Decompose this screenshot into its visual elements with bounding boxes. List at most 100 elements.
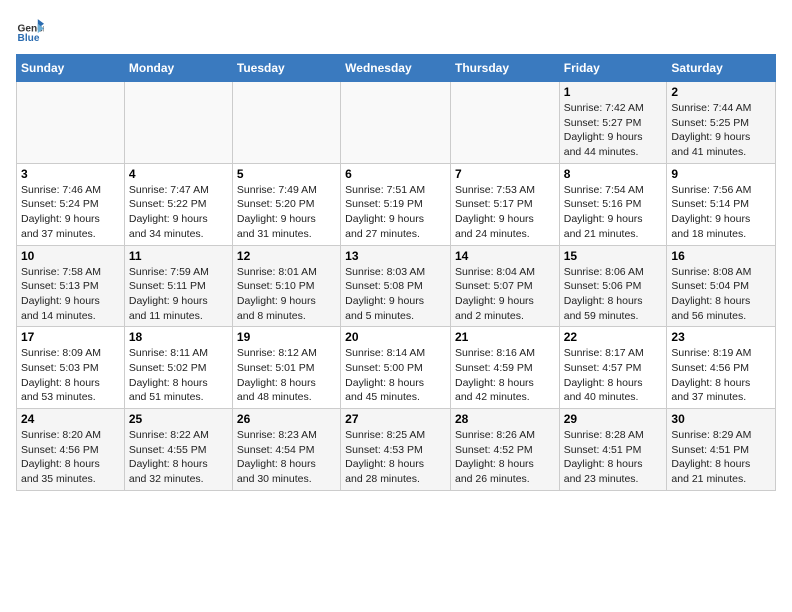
day-number: 30 [671, 412, 771, 426]
day-number: 20 [345, 330, 446, 344]
day-number: 8 [564, 167, 663, 181]
weekday-header: Thursday [450, 55, 559, 82]
calendar-cell: 11Sunrise: 7:59 AM Sunset: 5:11 PM Dayli… [124, 245, 232, 327]
calendar-cell [341, 82, 451, 164]
day-number: 10 [21, 249, 120, 263]
day-number: 27 [345, 412, 446, 426]
day-number: 2 [671, 85, 771, 99]
day-number: 18 [129, 330, 228, 344]
day-info: Sunrise: 7:44 AM Sunset: 5:25 PM Dayligh… [671, 101, 771, 160]
calendar-week-row: 17 Sunrise: 8:09 AM Sunset: 5:03 PM Dayli… [17, 327, 776, 409]
calendar-cell: 21Sunrise: 8:16 AM Sunset: 4:59 PM Dayli… [450, 327, 559, 409]
day-info: Sunrise: 7:54 AM Sunset: 5:16 PM Dayligh… [564, 183, 663, 242]
day-info: Sunrise: 8:29 AM Sunset: 4:51 PM Dayligh… [671, 428, 771, 487]
day-info: Sunrise: 7:42 AM Sunset: 5:27 PM Dayligh… [564, 101, 663, 160]
day-number: 24 [21, 412, 120, 426]
calendar-cell: 16 Sunrise: 8:08 AM Sunset: 5:04 PM Dayli… [667, 245, 776, 327]
day-number: 28 [455, 412, 555, 426]
calendar-cell: 9Sunrise: 7:56 AM Sunset: 5:14 PM Daylig… [667, 163, 776, 245]
day-info: Sunrise: 8:26 AM Sunset: 4:52 PM Dayligh… [455, 428, 555, 487]
calendar-cell: 18 Sunrise: 8:11 AM Sunset: 5:02 PM Dayli… [124, 327, 232, 409]
day-info: Sunrise: 8:09 AM Sunset: 5:03 PM Dayligh… [21, 346, 120, 405]
calendar-table: SundayMondayTuesdayWednesdayThursdayFrid… [16, 54, 776, 491]
day-info: Sunrise: 8:16 AM Sunset: 4:59 PM Dayligh… [455, 346, 555, 405]
weekday-header: Monday [124, 55, 232, 82]
day-info: Sunrise: 7:47 AM Sunset: 5:22 PM Dayligh… [129, 183, 228, 242]
day-info: Sunrise: 8:01 AM Sunset: 5:10 PM Dayligh… [237, 265, 336, 324]
day-info: Sunrise: 8:14 AM Sunset: 5:00 PM Dayligh… [345, 346, 446, 405]
calendar-cell [450, 82, 559, 164]
weekday-header: Saturday [667, 55, 776, 82]
day-number: 14 [455, 249, 555, 263]
calendar-cell: 24 Sunrise: 8:20 AM Sunset: 4:56 PM Dayli… [17, 409, 125, 491]
day-number: 13 [345, 249, 446, 263]
day-number: 3 [21, 167, 120, 181]
svg-text:Blue: Blue [18, 33, 40, 44]
calendar-cell: 7Sunrise: 7:53 AM Sunset: 5:17 PM Daylig… [450, 163, 559, 245]
day-info: Sunrise: 8:11 AM Sunset: 5:02 PM Dayligh… [129, 346, 228, 405]
calendar-cell: 19Sunrise: 8:12 AM Sunset: 5:01 PM Dayli… [232, 327, 340, 409]
day-number: 16 [671, 249, 771, 263]
day-info: Sunrise: 8:25 AM Sunset: 4:53 PM Dayligh… [345, 428, 446, 487]
weekday-header: Wednesday [341, 55, 451, 82]
day-info: Sunrise: 7:58 AM Sunset: 5:13 PM Dayligh… [21, 265, 120, 324]
calendar-cell: 5 Sunrise: 7:49 AM Sunset: 5:20 PM Daylig… [232, 163, 340, 245]
day-number: 29 [564, 412, 663, 426]
day-info: Sunrise: 8:23 AM Sunset: 4:54 PM Dayligh… [237, 428, 336, 487]
day-info: Sunrise: 8:03 AM Sunset: 5:08 PM Dayligh… [345, 265, 446, 324]
calendar-cell: 6 Sunrise: 7:51 AM Sunset: 5:19 PM Daylig… [341, 163, 451, 245]
day-info: Sunrise: 8:17 AM Sunset: 4:57 PM Dayligh… [564, 346, 663, 405]
day-number: 15 [564, 249, 663, 263]
calendar-cell: 8 Sunrise: 7:54 AM Sunset: 5:16 PM Daylig… [559, 163, 667, 245]
day-info: Sunrise: 8:06 AM Sunset: 5:06 PM Dayligh… [564, 265, 663, 324]
calendar-cell: 10 Sunrise: 7:58 AM Sunset: 5:13 PM Dayli… [17, 245, 125, 327]
day-number: 26 [237, 412, 336, 426]
calendar-cell: 14 Sunrise: 8:04 AM Sunset: 5:07 PM Dayli… [450, 245, 559, 327]
day-number: 4 [129, 167, 228, 181]
day-info: Sunrise: 7:51 AM Sunset: 5:19 PM Dayligh… [345, 183, 446, 242]
calendar-cell [124, 82, 232, 164]
day-info: Sunrise: 7:53 AM Sunset: 5:17 PM Dayligh… [455, 183, 555, 242]
day-number: 6 [345, 167, 446, 181]
day-number: 1 [564, 85, 663, 99]
calendar-week-row: 10 Sunrise: 7:58 AM Sunset: 5:13 PM Dayli… [17, 245, 776, 327]
logo-icon: General Blue [16, 16, 44, 44]
day-info: Sunrise: 8:19 AM Sunset: 4:56 PM Dayligh… [671, 346, 771, 405]
day-info: Sunrise: 7:49 AM Sunset: 5:20 PM Dayligh… [237, 183, 336, 242]
day-number: 22 [564, 330, 663, 344]
calendar-week-row: 1 Sunrise: 7:42 AM Sunset: 5:27 PM Daylig… [17, 82, 776, 164]
calendar-cell: 17 Sunrise: 8:09 AM Sunset: 5:03 PM Dayli… [17, 327, 125, 409]
calendar-cell: 25Sunrise: 8:22 AM Sunset: 4:55 PM Dayli… [124, 409, 232, 491]
day-info: Sunrise: 8:08 AM Sunset: 5:04 PM Dayligh… [671, 265, 771, 324]
calendar-cell: 2 Sunrise: 7:44 AM Sunset: 5:25 PM Daylig… [667, 82, 776, 164]
day-info: Sunrise: 8:20 AM Sunset: 4:56 PM Dayligh… [21, 428, 120, 487]
calendar-cell: 1 Sunrise: 7:42 AM Sunset: 5:27 PM Daylig… [559, 82, 667, 164]
day-number: 9 [671, 167, 771, 181]
calendar-cell: 28 Sunrise: 8:26 AM Sunset: 4:52 PM Dayli… [450, 409, 559, 491]
calendar-cell: 26 Sunrise: 8:23 AM Sunset: 4:54 PM Dayli… [232, 409, 340, 491]
calendar-cell: 4 Sunrise: 7:47 AM Sunset: 5:22 PM Daylig… [124, 163, 232, 245]
calendar-cell: 29 Sunrise: 8:28 AM Sunset: 4:51 PM Dayli… [559, 409, 667, 491]
day-info: Sunrise: 8:28 AM Sunset: 4:51 PM Dayligh… [564, 428, 663, 487]
calendar-cell: 20 Sunrise: 8:14 AM Sunset: 5:00 PM Dayli… [341, 327, 451, 409]
weekday-header: Sunday [17, 55, 125, 82]
calendar-week-row: 3 Sunrise: 7:46 AM Sunset: 5:24 PM Daylig… [17, 163, 776, 245]
logo: General Blue [16, 16, 48, 44]
day-info: Sunrise: 7:46 AM Sunset: 5:24 PM Dayligh… [21, 183, 120, 242]
day-number: 12 [237, 249, 336, 263]
day-info: Sunrise: 8:04 AM Sunset: 5:07 PM Dayligh… [455, 265, 555, 324]
calendar-cell: 15 Sunrise: 8:06 AM Sunset: 5:06 PM Dayli… [559, 245, 667, 327]
calendar-week-row: 24 Sunrise: 8:20 AM Sunset: 4:56 PM Dayli… [17, 409, 776, 491]
day-info: Sunrise: 7:59 AM Sunset: 5:11 PM Dayligh… [129, 265, 228, 324]
calendar-cell: 27 Sunrise: 8:25 AM Sunset: 4:53 PM Dayli… [341, 409, 451, 491]
calendar-cell: 3 Sunrise: 7:46 AM Sunset: 5:24 PM Daylig… [17, 163, 125, 245]
day-number: 5 [237, 167, 336, 181]
day-info: Sunrise: 8:12 AM Sunset: 5:01 PM Dayligh… [237, 346, 336, 405]
weekday-header: Friday [559, 55, 667, 82]
calendar-cell: 23Sunrise: 8:19 AM Sunset: 4:56 PM Dayli… [667, 327, 776, 409]
day-info: Sunrise: 8:22 AM Sunset: 4:55 PM Dayligh… [129, 428, 228, 487]
weekday-header: Tuesday [232, 55, 340, 82]
calendar-cell: 12 Sunrise: 8:01 AM Sunset: 5:10 PM Dayli… [232, 245, 340, 327]
day-number: 17 [21, 330, 120, 344]
page-header: General Blue [16, 16, 776, 44]
